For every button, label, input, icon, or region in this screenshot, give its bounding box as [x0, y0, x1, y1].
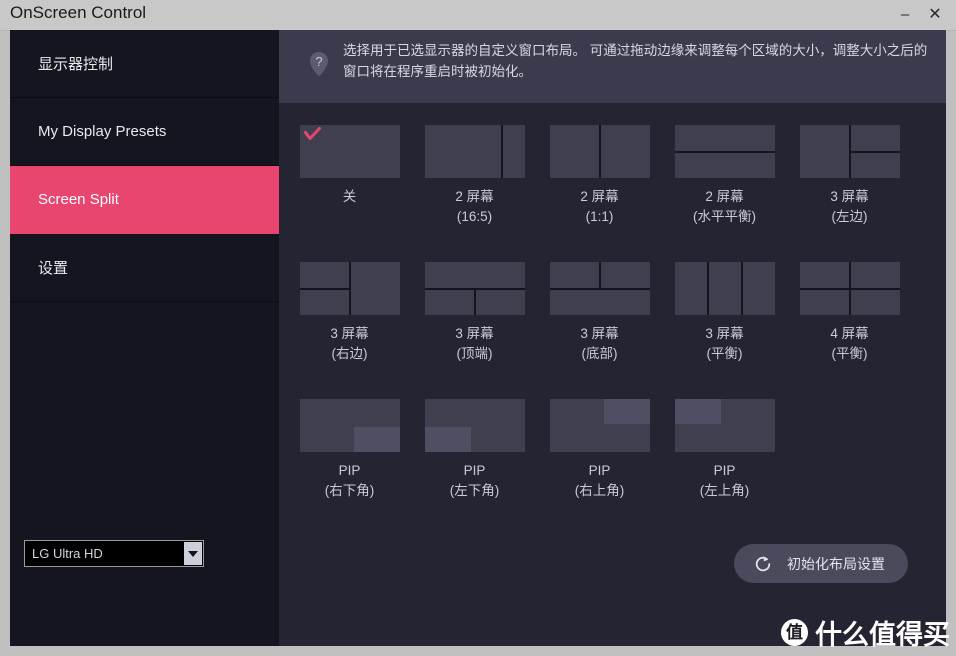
sidebar-item-label: 设置 [38, 260, 69, 277]
chevron-down-icon[interactable] [184, 542, 202, 565]
layout-tile[interactable]: 3 屏幕 (左边) [787, 125, 912, 227]
divider-vertical [500, 125, 503, 178]
sidebar-item-0[interactable]: 显示器控制 [10, 30, 279, 98]
layout-thumbnail [424, 399, 525, 452]
sidebar-item-label: Screen Split [38, 191, 119, 208]
reset-layout-button[interactable]: 初始化布局设置 [734, 544, 908, 583]
layout-tile-label: PIP (左上角) [699, 463, 750, 498]
info-banner: ? 选择用于已选显示器的自定义窗口布局。 可通过拖动边缘来调整每个区域的大小，调… [279, 30, 946, 103]
layout-tile[interactable]: PIP (左下角) [412, 399, 537, 501]
pip-inset [353, 427, 400, 452]
layout-thumbnail [424, 125, 525, 178]
main-panel: ? 选择用于已选显示器的自定义窗口布局。 可通过拖动边缘来调整每个区域的大小，调… [279, 30, 946, 646]
layout-thumbnail [299, 125, 400, 178]
layout-thumbnail [549, 125, 650, 178]
pip-inset [424, 427, 471, 452]
svg-text:?: ? [315, 54, 322, 69]
layout-thumbnail [674, 125, 775, 178]
layout-tile-label: 3 屏幕 (右边) [330, 326, 369, 361]
layout-tile[interactable]: 3 屏幕 (底部) [537, 262, 662, 364]
window-title: OnScreen Control [10, 3, 147, 22]
layout-tile-label: PIP (右下角) [324, 463, 375, 498]
reset-layout-label: 初始化布局设置 [787, 555, 885, 572]
divider-vertical [706, 262, 709, 315]
layout-thumbnail [549, 399, 650, 452]
minimize-button[interactable]: – [890, 0, 920, 30]
layout-tile-label: 3 屏幕 (左边) [830, 189, 869, 224]
close-button[interactable]: ✕ [920, 0, 950, 30]
layout-tile-label: 2 屏幕 (16:5) [455, 189, 494, 224]
sidebar-item-3[interactable]: 设置 [10, 234, 279, 302]
layout-tile-label: PIP (左下角) [449, 463, 500, 498]
layout-tile[interactable]: PIP (右上角) [537, 399, 662, 501]
layout-tile-label: 2 屏幕 (水平平衡) [693, 189, 756, 224]
window-body: 显示器控制 My Display Presets Screen Split 设置 LG… [10, 30, 946, 646]
check-icon [303, 127, 321, 142]
watermark-text: 什么值得买 [815, 620, 950, 650]
watermark: 值 什么值得买 [781, 613, 950, 652]
layout-tile[interactable]: 2 屏幕 (水平平衡) [662, 125, 787, 227]
layout-tile-label: 4 屏幕 (平衡) [830, 326, 869, 361]
sidebar-item-1[interactable]: My Display Presets [10, 98, 279, 166]
layout-grid: 关 2 屏幕 (16:5) 2 屏幕 (1:1) 2 屏幕 (水平平衡) 3 屏幕 (左… [279, 103, 946, 593]
sidebar-item-label: My Display Presets [38, 123, 167, 140]
layout-tile[interactable]: 2 屏幕 (16:5) [412, 125, 537, 227]
monitor-select-dropdown[interactable]: LG Ultra HD [24, 540, 204, 567]
sidebar-item-2[interactable]: Screen Split [10, 166, 279, 234]
refresh-icon [753, 554, 773, 574]
divider-horizontal [549, 288, 650, 290]
layout-thumbnail [299, 399, 400, 452]
layout-tile[interactable]: 4 屏幕 (平衡) [787, 262, 912, 364]
layout-tile[interactable]: 2 屏幕 (1:1) [537, 125, 662, 227]
layout-tile-label: 3 屏幕 (顶端) [455, 326, 494, 361]
layout-tile[interactable]: 3 屏幕 (顶端) [412, 262, 537, 364]
layout-tile[interactable]: PIP (左上角) [662, 399, 787, 501]
layout-tile-label: 关 [342, 189, 357, 204]
divider-vertical [598, 262, 601, 288]
layout-thumbnail [674, 262, 775, 315]
watermark-logo: 值 [781, 619, 808, 646]
monitor-select-value: LG Ultra HD [32, 546, 103, 561]
layout-tile-label: 2 屏幕 (1:1) [580, 189, 619, 224]
layout-tile-label: PIP (右上角) [574, 463, 625, 498]
sidebar: 显示器控制 My Display Presets Screen Split 设置 LG… [10, 30, 279, 646]
layout-thumbnail [424, 262, 525, 315]
layout-thumbnail [674, 399, 775, 452]
layout-tile[interactable]: PIP (右下角) [287, 399, 412, 501]
pip-inset [674, 399, 721, 424]
layout-tile[interactable]: 3 屏幕 (右边) [287, 262, 412, 364]
divider-vertical [740, 262, 743, 315]
divider-vertical [473, 290, 476, 315]
info-banner-text: 选择用于已选显示器的自定义窗口布局。 可通过拖动边缘来调整每个区域的大小，调整大… [343, 43, 928, 79]
divider-horizontal [849, 151, 900, 153]
layout-tile[interactable]: 3 屏幕 (平衡) [662, 262, 787, 364]
divider-vertical [598, 125, 601, 178]
sidebar-empty-area [10, 302, 279, 646]
layout-tile-label: 3 屏幕 (平衡) [705, 326, 744, 361]
layout-tile[interactable]: 关 [287, 125, 412, 207]
layout-thumbnail [799, 262, 900, 315]
layout-thumbnail [549, 262, 650, 315]
divider-horizontal [799, 288, 900, 290]
sidebar-nav-list: 显示器控制 My Display Presets Screen Split 设置 [10, 30, 279, 302]
sidebar-item-label: 显示器控制 [38, 56, 114, 73]
divider-horizontal [299, 288, 349, 290]
help-pin-icon: ? [305, 50, 333, 78]
pip-inset [603, 399, 650, 424]
onscreen-control-window: OnScreen Control – ✕ 显示器控制 My Display Pre… [0, 0, 956, 656]
divider-vertical [348, 262, 351, 315]
title-bar: OnScreen Control – ✕ [0, 0, 956, 31]
divider-horizontal [674, 151, 775, 153]
layout-thumbnail [299, 262, 400, 315]
layout-tile-label: 3 屏幕 (底部) [580, 326, 619, 361]
layout-thumbnail [799, 125, 900, 178]
